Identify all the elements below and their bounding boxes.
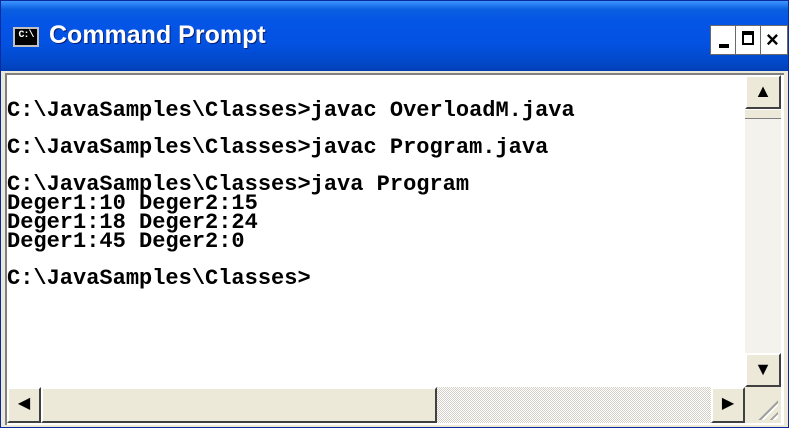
console-line: C:\JavaSamples\Classes>javac Program.jav…	[7, 135, 549, 160]
title-bar[interactable]: C:\ Command Prompt ×	[1, 1, 788, 71]
vertical-scrollbar[interactable]: ▲ ▼	[745, 75, 781, 387]
console-output[interactable]: C:\JavaSamples\Classes>javac OverloadM.j…	[7, 75, 739, 387]
scroll-up-button[interactable]: ▲	[745, 75, 781, 109]
minimize-button[interactable]	[710, 25, 738, 55]
scroll-right-button[interactable]: ▶	[711, 387, 745, 423]
close-icon: ×	[766, 27, 779, 52]
close-button[interactable]: ×	[760, 25, 788, 55]
horizontal-scroll-thumb[interactable]	[41, 387, 437, 423]
scroll-left-button[interactable]: ◀	[7, 387, 41, 423]
console-line: C:\JavaSamples\Classes>javac OverloadM.j…	[7, 98, 575, 123]
console-area[interactable]: C:\JavaSamples\Classes>javac OverloadM.j…	[5, 73, 784, 425]
console-prompt-line: C:\JavaSamples\Classes>	[7, 266, 311, 291]
scroll-down-button[interactable]: ▼	[745, 353, 781, 387]
command-prompt-window: C:\ Command Prompt × C:\JavaSamples\Clas…	[0, 0, 789, 428]
maximize-button[interactable]	[735, 25, 763, 55]
horizontal-scrollbar[interactable]: ◀ ▶	[7, 387, 745, 423]
cmd-icon[interactable]: C:\	[13, 27, 39, 47]
window-title: Command Prompt	[49, 21, 266, 49]
resize-grip[interactable]	[745, 387, 781, 423]
console-line: Deger1:45 Deger2:0	[7, 229, 245, 254]
vertical-scroll-thumb[interactable]	[745, 109, 781, 119]
